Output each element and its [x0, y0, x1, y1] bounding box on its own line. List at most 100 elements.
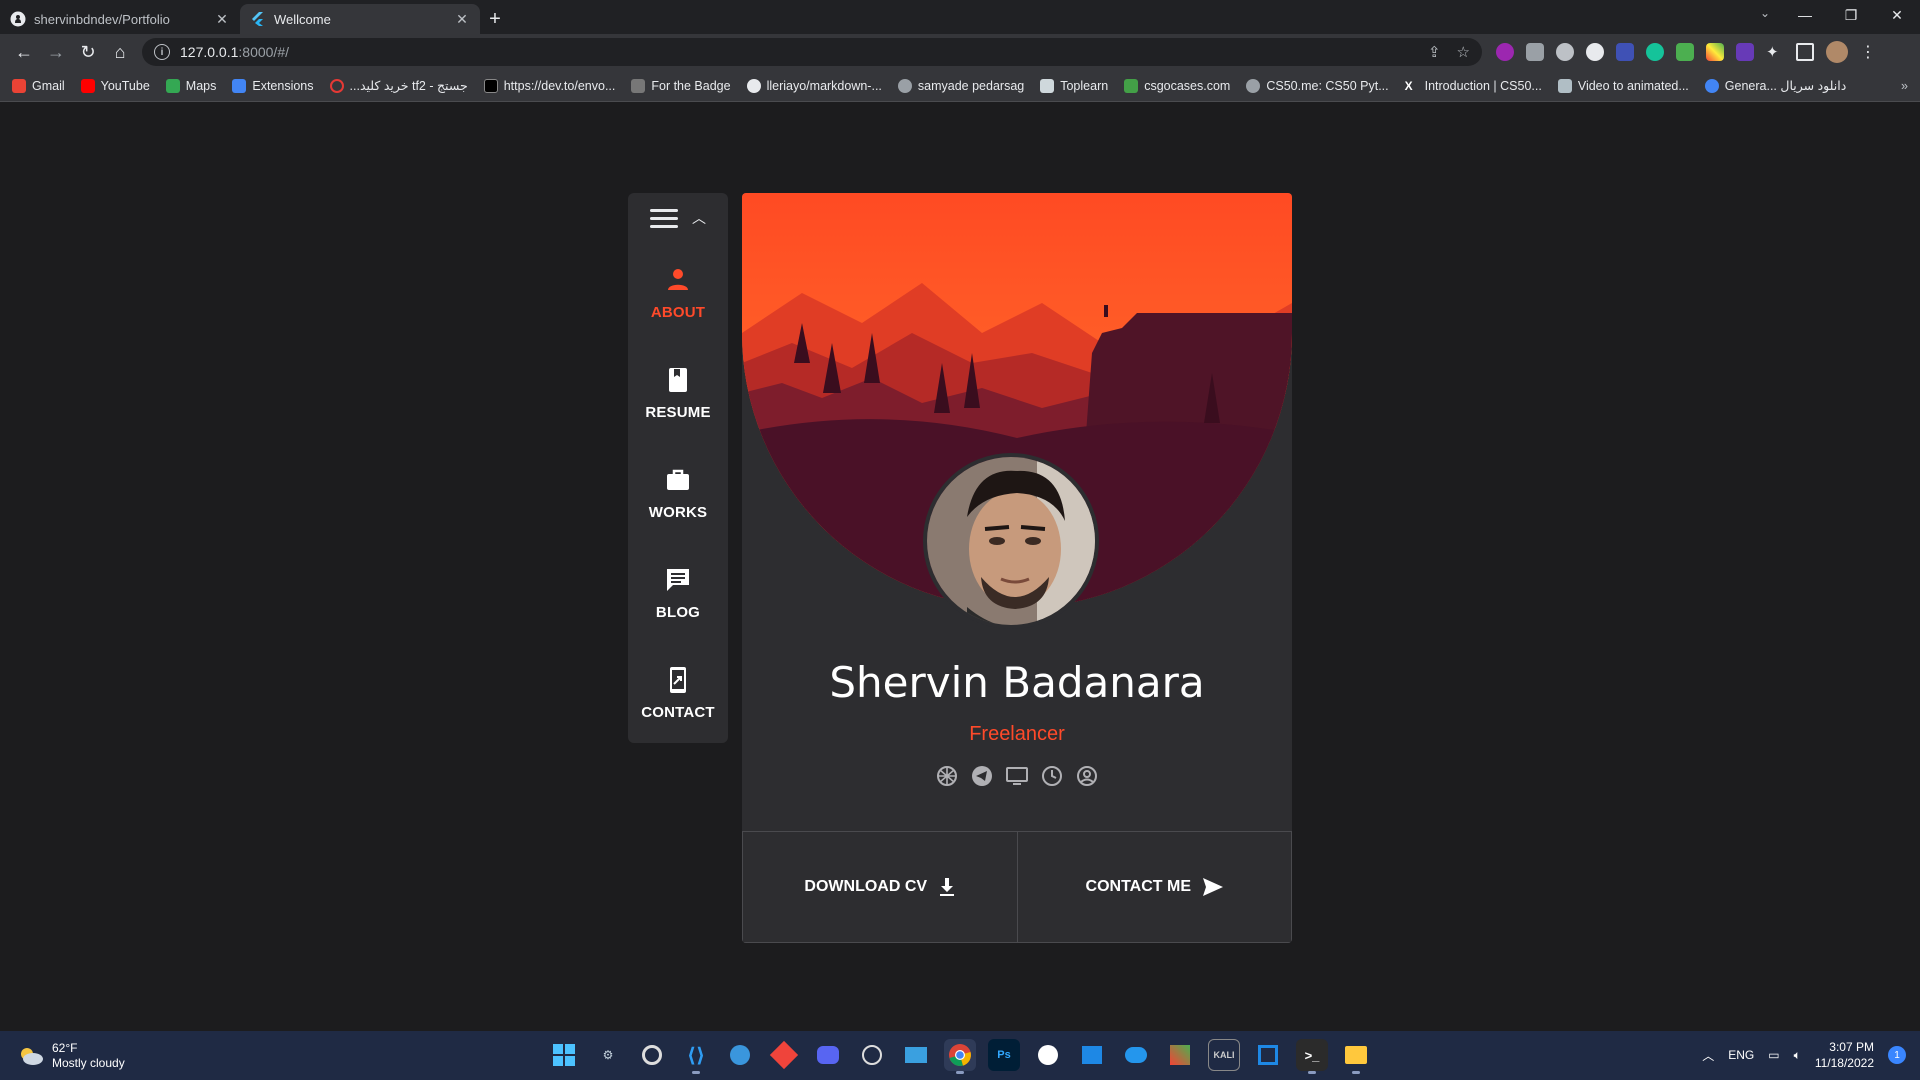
- home-button[interactable]: ⌂: [104, 36, 136, 68]
- grammarly-icon[interactable]: [1646, 43, 1664, 61]
- nav-item-resume[interactable]: RESUME: [628, 343, 728, 443]
- bookmark-label: csgocases.com: [1144, 78, 1231, 93]
- bookmark-devto[interactable]: https://dev.to/envo...: [483, 78, 615, 93]
- steam-icon[interactable]: ⚙: [592, 1039, 624, 1071]
- extension-icon[interactable]: [1676, 43, 1694, 61]
- tab-welcome[interactable]: Wellcome ✕: [240, 4, 480, 34]
- address-bar[interactable]: i 127.0.0.1:8000/#/ ⇪ ☆: [142, 38, 1482, 66]
- bookmark-youtube[interactable]: YouTube: [80, 78, 150, 93]
- bookmark-label: lleriayo/markdown-...: [766, 78, 882, 93]
- hamburger-menu-icon[interactable]: [650, 208, 678, 228]
- extension-icon[interactable]: [1706, 43, 1724, 61]
- nav-item-works[interactable]: WORKS: [628, 443, 728, 543]
- camera-extension-icon[interactable]: [1526, 43, 1544, 61]
- bookmark-toplearn[interactable]: Toplearn: [1040, 78, 1108, 93]
- maps-icon: [165, 78, 180, 93]
- vscode-icon[interactable]: ⟨⟩: [680, 1039, 712, 1074]
- clock-icon[interactable]: [1041, 765, 1063, 787]
- clock[interactable]: 3:07 PM 11/18/2022: [1815, 1039, 1874, 1071]
- close-window-button[interactable]: ✕: [1874, 0, 1920, 30]
- puzzle-icon[interactable]: ✦: [1766, 43, 1784, 61]
- photoshop-icon[interactable]: Ps: [988, 1039, 1020, 1071]
- new-tab-button[interactable]: +: [480, 4, 510, 34]
- bookmark-icon: [669, 367, 687, 392]
- close-tab-icon[interactable]: ✕: [214, 11, 230, 28]
- taskbar-apps: ⚙ ⟨⟩ Ps KALI >_: [548, 1039, 1372, 1074]
- bookmark-star-icon[interactable]: ☆: [1457, 43, 1470, 61]
- system-tray: ︿ ENG ▭ 🔈︎ 3:07 PM 11/18/2022 1: [1702, 1039, 1906, 1071]
- minimize-button[interactable]: —: [1782, 0, 1828, 30]
- weather-widget[interactable]: 62°F Mostly cloudy: [18, 1041, 125, 1071]
- chevron-up-icon[interactable]: ︿: [1702, 1047, 1714, 1064]
- bookmark-label: samyade pedarsag: [917, 78, 1025, 93]
- store-icon[interactable]: [1076, 1039, 1108, 1071]
- bookmark-tf2[interactable]: ...خرید کلید tf2 - جستج: [329, 78, 468, 93]
- chrome-icon[interactable]: [944, 1039, 976, 1074]
- anydesk-icon[interactable]: [768, 1039, 800, 1071]
- virtualbox-icon[interactable]: [1252, 1039, 1284, 1071]
- terminal-icon[interactable]: >_: [1296, 1039, 1328, 1074]
- bookmark-gmail[interactable]: Gmail: [12, 78, 65, 93]
- edge-icon[interactable]: [724, 1039, 756, 1071]
- start-button[interactable]: [548, 1039, 580, 1071]
- nav-item-contact[interactable]: CONTACT: [628, 643, 728, 743]
- discord-icon[interactable]: [812, 1039, 844, 1071]
- bookmark-cs50-intro[interactable]: X Introduction | CS50...: [1405, 79, 1542, 93]
- reload-button[interactable]: ↻: [72, 36, 104, 68]
- notification-badge[interactable]: 1: [1888, 1046, 1906, 1064]
- tab-search-icon[interactable]: ⌄: [1760, 6, 1770, 20]
- bookmark-genera[interactable]: Genera... دانلود سریال: [1704, 78, 1846, 93]
- monitor-icon[interactable]: [1006, 765, 1028, 787]
- language-indicator[interactable]: ENG: [1728, 1048, 1754, 1062]
- nav-item-about[interactable]: ABOUT: [628, 243, 728, 343]
- back-button[interactable]: ←: [8, 36, 40, 68]
- unity-icon[interactable]: [856, 1039, 888, 1071]
- obs-icon[interactable]: [636, 1039, 668, 1071]
- restore-button[interactable]: ❐: [1828, 0, 1874, 30]
- nav-item-blog[interactable]: BLOG: [628, 543, 728, 643]
- bookmark-video-animated[interactable]: Video to animated...: [1557, 78, 1689, 93]
- bookmark-maps[interactable]: Maps: [165, 78, 216, 93]
- bookmark-forthebadge[interactable]: For the Badge: [631, 78, 731, 93]
- chevron-up-icon[interactable]: ︿: [692, 208, 706, 228]
- extension-icon[interactable]: [1496, 43, 1514, 61]
- bookmark-samyade[interactable]: samyade pedarsag: [897, 78, 1025, 93]
- url-path: :8000/#/: [238, 44, 289, 60]
- toplearn-icon: [1040, 78, 1055, 93]
- tab-title: Wellcome: [274, 11, 331, 27]
- telegram-icon[interactable]: [971, 765, 993, 787]
- tab-portfolio[interactable]: shervinbdndev/Portfolio ✕: [0, 4, 240, 34]
- close-tab-icon[interactable]: ✕: [454, 11, 470, 28]
- weather-desc: Mostly cloudy: [52, 1056, 125, 1070]
- file-explorer-icon[interactable]: [1340, 1039, 1372, 1074]
- extension-icon[interactable]: [1616, 43, 1634, 61]
- bookmark-label: Video to animated...: [1577, 78, 1689, 93]
- download-cv-button[interactable]: DOWNLOAD CV: [742, 832, 1018, 943]
- side-panel-icon[interactable]: [1796, 43, 1814, 61]
- contact-me-button[interactable]: CONTACT ME: [1017, 832, 1292, 943]
- network-icon[interactable]: ▭: [1768, 1048, 1779, 1062]
- docker-icon[interactable]: [1120, 1039, 1152, 1071]
- share-icon[interactable]: ⇪: [1428, 43, 1441, 61]
- desktop-icon[interactable]: [900, 1039, 932, 1071]
- more-bookmarks-icon[interactable]: »: [1901, 79, 1908, 93]
- app-icon[interactable]: [1164, 1039, 1196, 1071]
- profile-name: Shervin Badanara: [829, 658, 1205, 707]
- bookmark-extensions[interactable]: Extensions: [232, 78, 314, 93]
- nav-item-label: ABOUT: [650, 303, 706, 321]
- extension-icon[interactable]: [1586, 43, 1604, 61]
- bookmark-cs50me[interactable]: CS50.me: CS50 Pyt...: [1246, 78, 1389, 93]
- forward-button[interactable]: →: [40, 36, 72, 68]
- cloud-extension-icon[interactable]: [1556, 43, 1574, 61]
- user-circle-icon[interactable]: [1076, 765, 1098, 787]
- bookmark-csgocases[interactable]: csgocases.com: [1124, 78, 1231, 93]
- menu-icon[interactable]: ⋮: [1860, 42, 1876, 62]
- extension-icon[interactable]: [1736, 43, 1754, 61]
- site-info-icon[interactable]: i: [154, 44, 170, 60]
- app-icon[interactable]: [1032, 1039, 1064, 1071]
- kali-icon[interactable]: KALI: [1208, 1039, 1240, 1071]
- bookmark-markdown[interactable]: lleriayo/markdown-...: [746, 78, 882, 93]
- dribbble-icon[interactable]: [936, 765, 958, 787]
- avatar[interactable]: [1826, 41, 1848, 63]
- volume-icon[interactable]: 🔈︎: [1794, 1048, 1801, 1063]
